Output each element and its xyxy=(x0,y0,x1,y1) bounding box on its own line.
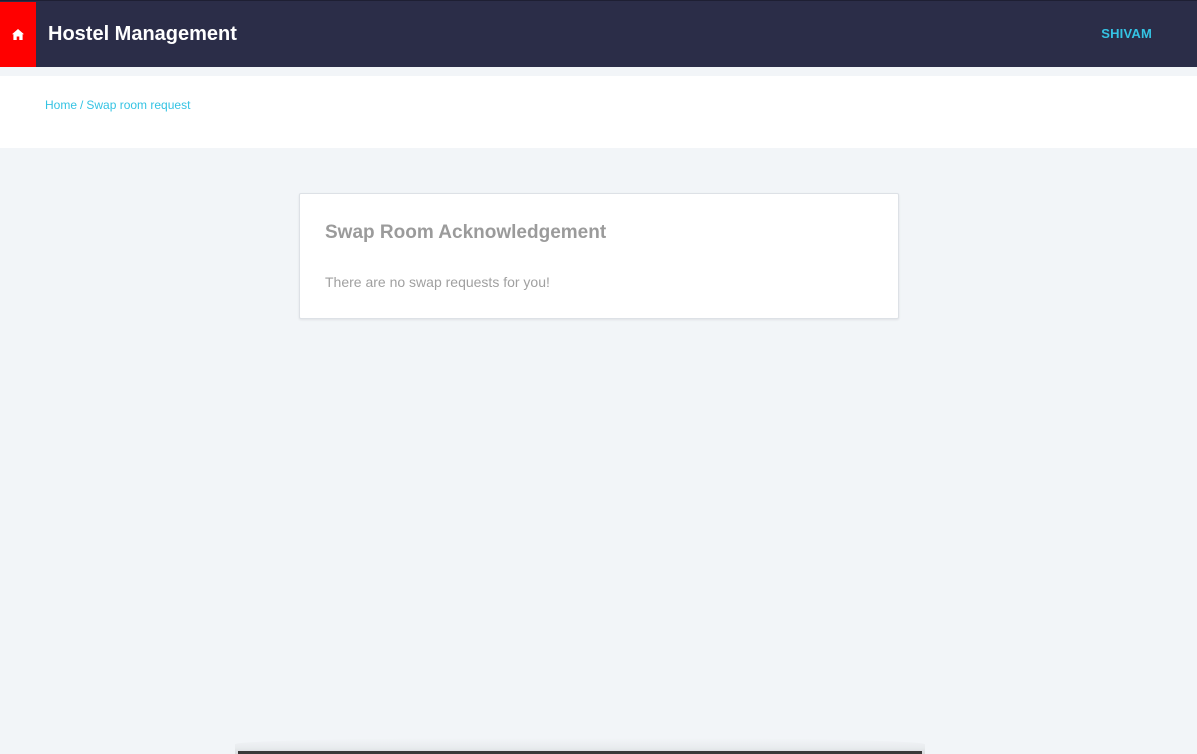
breadcrumb-current: Swap room request xyxy=(86,98,191,112)
top-navbar: Hostel Management SHIVAM xyxy=(0,0,1197,67)
swap-acknowledgement-card: Swap Room Acknowledgement There are no s… xyxy=(299,193,899,319)
breadcrumb-home-link[interactable]: Home xyxy=(45,98,77,112)
home-button[interactable] xyxy=(0,2,36,67)
breadcrumb: Home / Swap room request xyxy=(45,98,190,112)
app-brand[interactable]: Hostel Management xyxy=(48,22,237,46)
breadcrumb-separator: / xyxy=(80,98,84,112)
card-title: Swap Room Acknowledgement xyxy=(325,222,607,243)
breadcrumb-bar: Home / Swap room request xyxy=(0,76,1197,148)
empty-state-message: There are no swap requests for you! xyxy=(325,274,550,290)
user-menu[interactable]: SHIVAM xyxy=(1101,26,1152,42)
home-icon xyxy=(12,29,24,40)
